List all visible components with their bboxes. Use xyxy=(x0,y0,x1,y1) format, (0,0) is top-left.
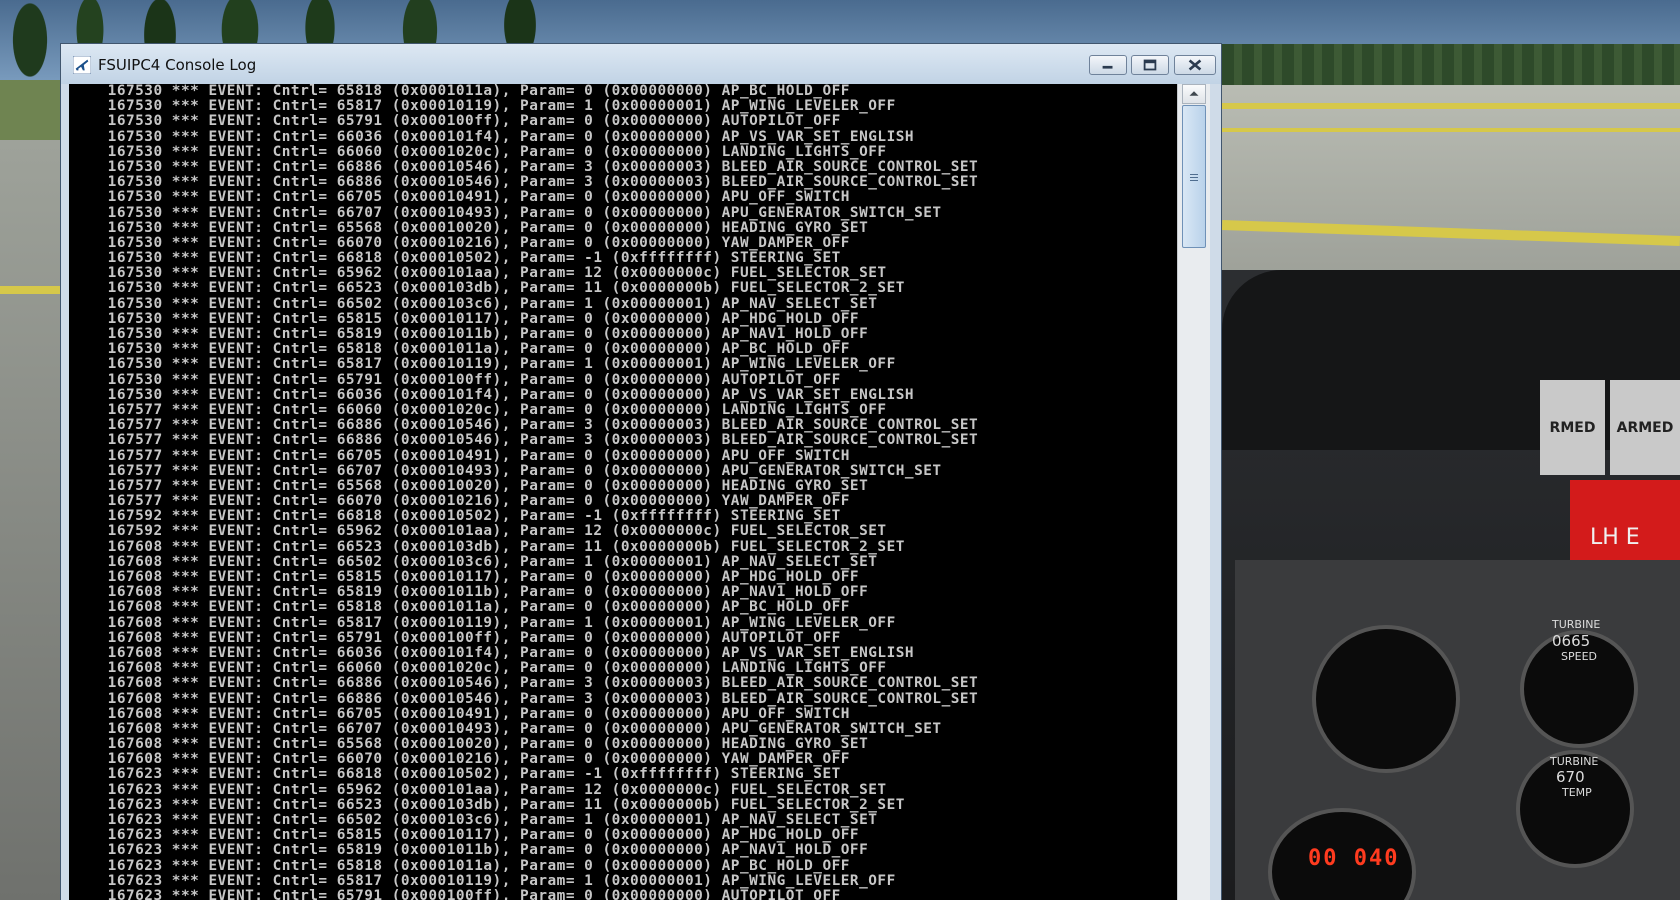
maximize-button[interactable] xyxy=(1131,55,1169,75)
armed-switch-right: ARMED xyxy=(1610,380,1680,475)
window-title: FSUIPC4 Console Log xyxy=(98,56,257,74)
log-line: 167530 *** EVENT: Cntrl= 66036 (0x000101… xyxy=(71,387,915,403)
log-line: 167608 *** EVENT: Cntrl= 65819 (0x000101… xyxy=(71,585,869,601)
scroll-thumb[interactable] xyxy=(1182,105,1206,248)
log-line: 167592 *** EVENT: Cntrl= 65962 (0x000101… xyxy=(71,524,887,540)
log-line: 167623 *** EVENT: Cntrl= 65817 (0x000101… xyxy=(71,873,896,889)
armed-label: RMED xyxy=(1549,419,1596,436)
gauge-label: SPEED xyxy=(1561,650,1597,663)
log-line: 167608 *** EVENT: Cntrl= 65815 (0x000101… xyxy=(71,570,860,585)
armed-switch-left: RMED xyxy=(1540,380,1605,475)
gauge-counter: 0665 xyxy=(1552,632,1591,650)
close-icon xyxy=(1188,59,1202,71)
log-line: 167608 *** EVENT: Cntrl= 66886 (0x000105… xyxy=(71,691,979,707)
log-line: 167577 *** EVENT: Cntrl= 66886 (0x000105… xyxy=(71,418,979,434)
console-window: FSUIPC4 Console Log 167530 *** EVENT: Cn… xyxy=(60,43,1222,900)
gauge-label: TEMP xyxy=(1562,786,1592,799)
far-tree-line xyxy=(1222,44,1680,86)
close-button[interactable] xyxy=(1174,55,1216,75)
log-line: 167623 *** EVENT: Cntrl= 65962 (0x000101… xyxy=(71,782,887,798)
log-line: 167608 *** EVENT: Cntrl= 65791 (0x000100… xyxy=(71,630,841,646)
runway-stripe xyxy=(1222,103,1680,109)
altimeter-readout: 00 040 xyxy=(1308,846,1400,871)
console-output[interactable]: 167530 *** EVENT: Cntrl= 65818 (0x000101… xyxy=(69,84,1210,900)
log-line: 167608 *** EVENT: Cntrl= 66060 (0x000102… xyxy=(71,661,887,677)
log-line: 167577 *** EVENT: Cntrl= 66886 (0x000105… xyxy=(71,433,979,449)
log-line: 167530 *** EVENT: Cntrl= 65819 (0x000101… xyxy=(71,327,869,342)
log-line: 167577 *** EVENT: Cntrl= 66705 (0x000104… xyxy=(71,448,850,464)
log-line: 167530 *** EVENT: Cntrl= 66705 (0x000104… xyxy=(71,190,850,206)
log-line: 167577 *** EVENT: Cntrl= 66707 (0x000104… xyxy=(71,463,942,479)
log-line: 167608 *** EVENT: Cntrl= 66070 (0x000102… xyxy=(71,752,850,768)
vertical-scrollbar[interactable] xyxy=(1177,84,1210,900)
log-line: 167623 *** EVENT: Cntrl= 65819 (0x000101… xyxy=(71,843,869,859)
log-line: 167608 *** EVENT: Cntrl= 65817 (0x000101… xyxy=(71,615,896,631)
log-line: 167623 *** EVENT: Cntrl= 65815 (0x000101… xyxy=(71,828,860,844)
log-line: 167530 *** EVENT: Cntrl= 66707 (0x000104… xyxy=(71,205,942,221)
log-line: 167577 *** EVENT: Cntrl= 66070 (0x000102… xyxy=(71,494,850,510)
chevron-up-icon xyxy=(1189,91,1199,96)
log-line: 167530 *** EVENT: Cntrl= 66818 (0x000105… xyxy=(71,251,841,267)
scroll-up-button[interactable] xyxy=(1182,84,1206,104)
log-line: 167530 *** EVENT: Cntrl= 66070 (0x000102… xyxy=(71,235,850,251)
gauge-value: 670 xyxy=(1556,768,1585,786)
log-line: 167530 *** EVENT: Cntrl= 65791 (0x000100… xyxy=(71,372,841,388)
runway-stripe xyxy=(0,286,62,294)
log-line: 167530 *** EVENT: Cntrl= 65817 (0x000101… xyxy=(71,99,896,115)
log-line: 167530 *** EVENT: Cntrl= 66886 (0x000105… xyxy=(71,175,979,191)
airplane-icon xyxy=(73,56,91,74)
log-line: 167608 *** EVENT: Cntrl= 66886 (0x000105… xyxy=(71,676,979,692)
minimize-button[interactable] xyxy=(1089,55,1127,75)
log-line: 167530 *** EVENT: Cntrl= 65818 (0x000101… xyxy=(71,342,850,358)
log-line: 167608 *** EVENT: Cntrl= 66705 (0x000104… xyxy=(71,706,850,722)
log-line: 167608 *** EVENT: Cntrl= 65568 (0x000100… xyxy=(71,737,869,753)
log-line: 167592 *** EVENT: Cntrl= 66818 (0x000105… xyxy=(71,509,841,525)
log-line: 167608 *** EVENT: Cntrl= 66502 (0x000103… xyxy=(71,554,878,570)
log-line: 167530 *** EVENT: Cntrl= 66502 (0x000103… xyxy=(71,296,878,312)
log-line: 167623 *** EVENT: Cntrl= 66818 (0x000105… xyxy=(71,767,841,783)
title-bar[interactable]: FSUIPC4 Console Log xyxy=(61,44,1221,84)
lh-label: LH E xyxy=(1590,525,1640,550)
log-line: 167623 *** EVENT: Cntrl= 65791 (0x000100… xyxy=(71,888,841,900)
runway-stripe xyxy=(1222,128,1680,132)
armed-label: ARMED xyxy=(1616,419,1674,436)
log-line: 167608 *** EVENT: Cntrl= 66523 (0x000103… xyxy=(71,539,905,555)
log-line: 167623 *** EVENT: Cntrl= 65818 (0x000101… xyxy=(71,858,850,874)
log-line: 167530 *** EVENT: Cntrl= 65962 (0x000101… xyxy=(71,266,887,282)
maximize-icon xyxy=(1143,59,1157,71)
log-line: 167530 *** EVENT: Cntrl= 65818 (0x000101… xyxy=(71,84,850,99)
log-line: 167530 *** EVENT: Cntrl= 66060 (0x000102… xyxy=(71,144,887,160)
log-line: 167577 *** EVENT: Cntrl= 66060 (0x000102… xyxy=(71,402,887,418)
console-log: 167530 *** EVENT: Cntrl= 65818 (0x000101… xyxy=(71,84,1179,900)
minimize-icon xyxy=(1102,65,1113,69)
log-line: 167623 *** EVENT: Cntrl= 66502 (0x000103… xyxy=(71,813,878,828)
log-line: 167608 *** EVENT: Cntrl= 65818 (0x000101… xyxy=(71,600,850,616)
log-line: 167530 *** EVENT: Cntrl= 66523 (0x000103… xyxy=(71,281,905,297)
log-line: 167530 *** EVENT: Cntrl= 66886 (0x000105… xyxy=(71,159,979,175)
log-line: 167530 *** EVENT: Cntrl= 66036 (0x000101… xyxy=(71,129,915,145)
log-line: 167530 *** EVENT: Cntrl= 65815 (0x000101… xyxy=(71,311,860,327)
gauge-label: TURBINE xyxy=(1550,755,1599,768)
gauge-label: TURBINE xyxy=(1552,618,1601,631)
log-line: 167608 *** EVENT: Cntrl= 66036 (0x000101… xyxy=(71,645,915,661)
log-line: 167577 *** EVENT: Cntrl= 65568 (0x000100… xyxy=(71,478,869,494)
grip-icon xyxy=(1190,174,1198,181)
log-line: 167608 *** EVENT: Cntrl= 66707 (0x000104… xyxy=(71,721,942,737)
log-line: 167623 *** EVENT: Cntrl= 66523 (0x000103… xyxy=(71,797,905,813)
attitude-indicator xyxy=(1312,625,1460,773)
log-line: 167530 *** EVENT: Cntrl= 65817 (0x000101… xyxy=(71,357,896,373)
log-line: 167530 *** EVENT: Cntrl= 65791 (0x000100… xyxy=(71,114,841,130)
log-line: 167530 *** EVENT: Cntrl= 65568 (0x000100… xyxy=(71,220,869,236)
